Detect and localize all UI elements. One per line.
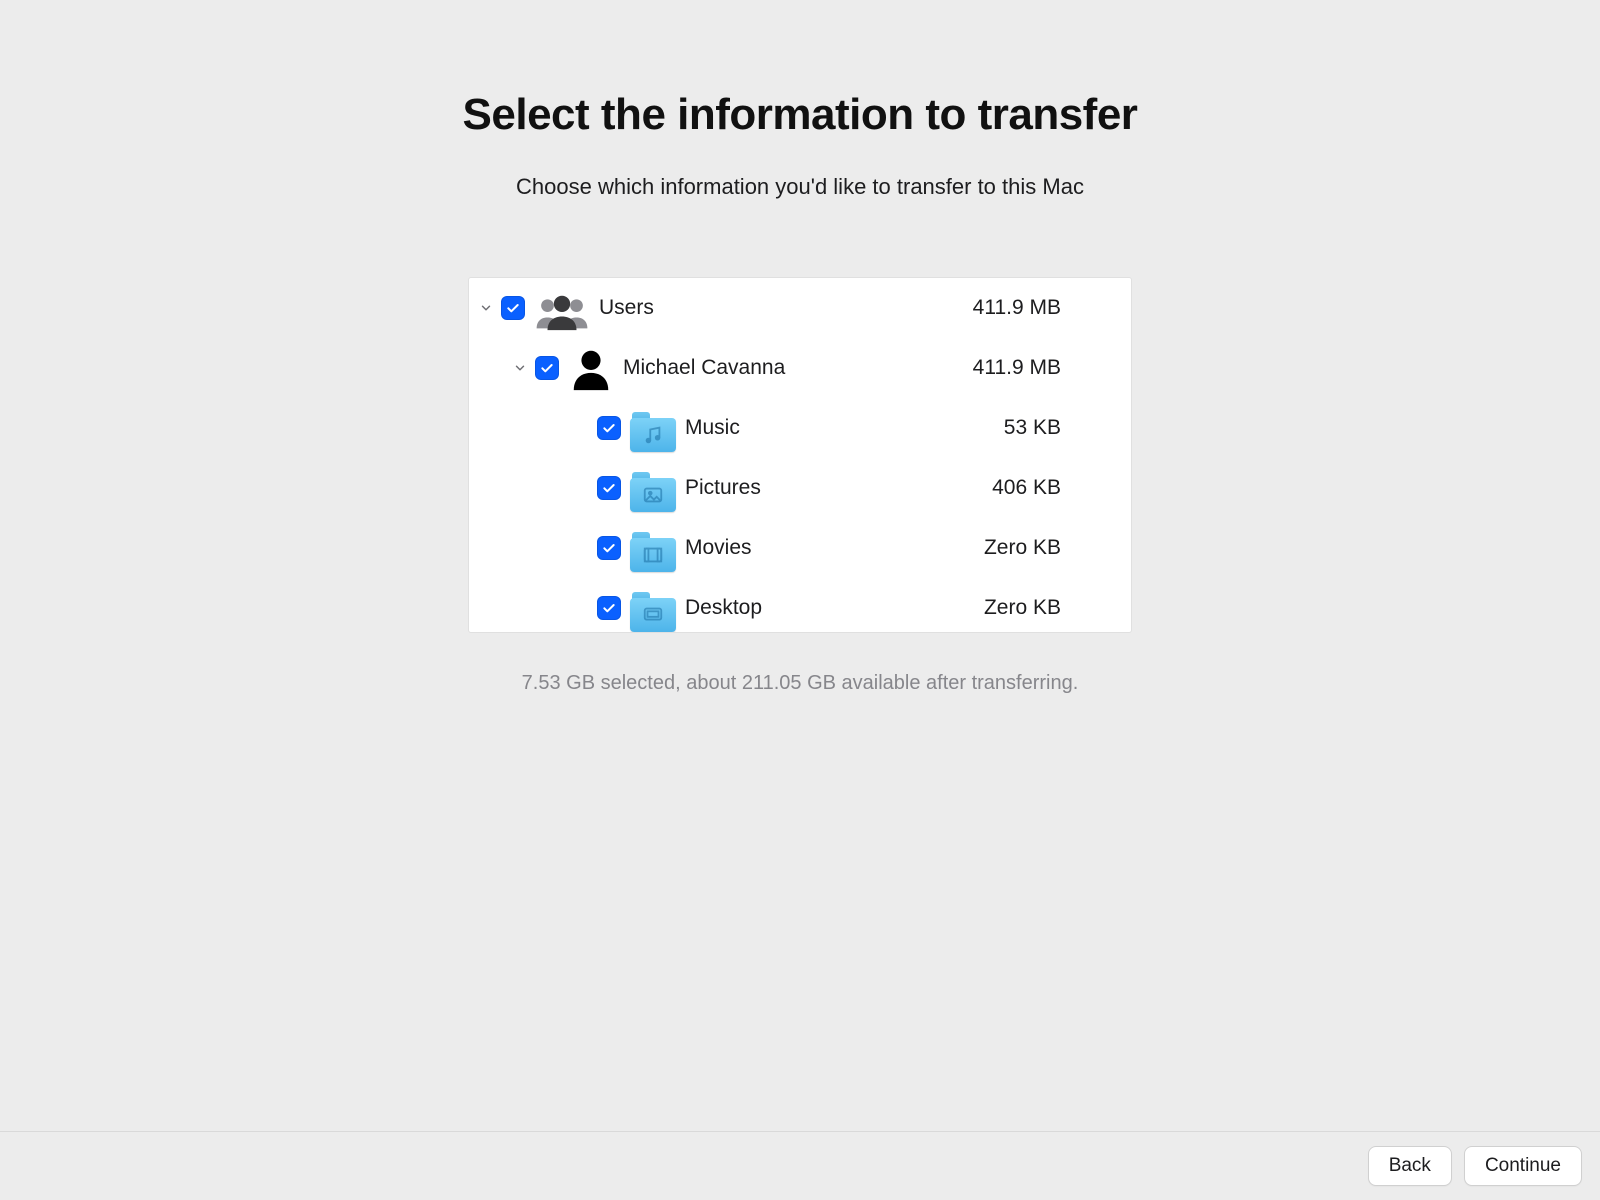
tree-size: Zero KB xyxy=(984,536,1061,560)
tree-label: Music xyxy=(685,416,740,440)
tree-row-user[interactable]: Michael Cavanna 411.9 MB xyxy=(469,338,1131,398)
tree-row-users[interactable]: Users 411.9 MB xyxy=(469,278,1131,338)
checkbox-users[interactable] xyxy=(501,296,525,320)
tree-label: Pictures xyxy=(685,476,761,500)
users-group-icon xyxy=(533,284,591,332)
tree-row-folder[interactable]: Movies Zero KB xyxy=(469,518,1131,578)
checkbox-folder[interactable] xyxy=(597,596,621,620)
selection-panel: Users 411.9 MB Michael Cavanna 411.9 MB xyxy=(469,278,1131,632)
tree-label: Michael Cavanna xyxy=(623,356,785,380)
continue-button[interactable]: Continue xyxy=(1464,1146,1582,1186)
chevron-down-icon[interactable] xyxy=(477,301,495,315)
checkbox-folder[interactable] xyxy=(597,416,621,440)
tree-size: 411.9 MB xyxy=(973,296,1061,320)
person-icon xyxy=(567,344,615,392)
desktop-folder-icon xyxy=(629,584,677,632)
checkbox-folder[interactable] xyxy=(597,476,621,500)
checkbox-user[interactable] xyxy=(535,356,559,380)
back-button[interactable]: Back xyxy=(1368,1146,1452,1186)
footer-bar: Back Continue xyxy=(0,1131,1600,1200)
pictures-folder-icon xyxy=(629,464,677,512)
checkbox-folder[interactable] xyxy=(597,536,621,560)
tree-label: Desktop xyxy=(685,596,762,620)
movies-folder-icon xyxy=(629,524,677,572)
tree-size: 411.9 MB xyxy=(973,356,1061,380)
main-content: Select the information to transfer Choos… xyxy=(0,0,1600,1131)
tree-row-folder[interactable]: Music 53 KB xyxy=(469,398,1131,458)
tree-size: Zero KB xyxy=(984,596,1061,620)
page-title: Select the information to transfer xyxy=(463,90,1138,140)
tree-row-folder[interactable]: Pictures 406 KB xyxy=(469,458,1131,518)
tree-size: 406 KB xyxy=(992,476,1061,500)
tree-row-folder[interactable]: Desktop Zero KB xyxy=(469,578,1131,632)
tree-label: Users xyxy=(599,296,654,320)
music-folder-icon xyxy=(629,404,677,452)
status-text: 7.53 GB selected, about 211.05 GB availa… xyxy=(522,672,1079,695)
tree-label: Movies xyxy=(685,536,752,560)
chevron-down-icon[interactable] xyxy=(511,361,529,375)
page-subtitle: Choose which information you'd like to t… xyxy=(516,174,1084,200)
tree-size: 53 KB xyxy=(1004,416,1061,440)
